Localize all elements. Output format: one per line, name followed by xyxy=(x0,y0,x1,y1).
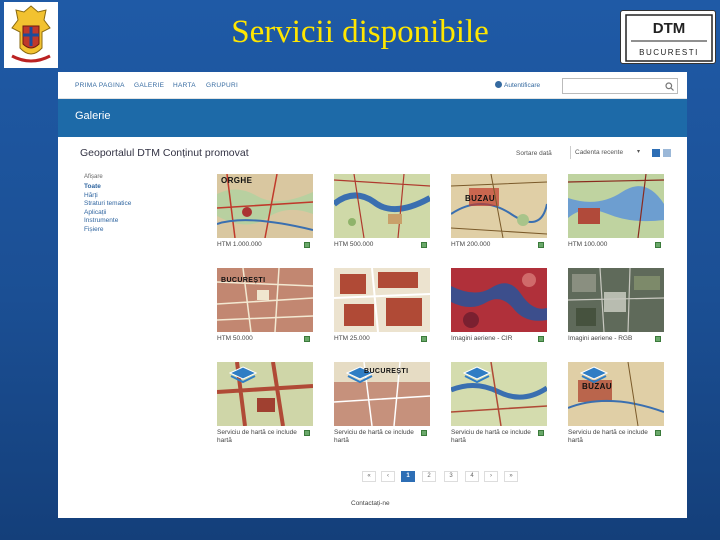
map-type-icon xyxy=(538,242,544,248)
thumbnail-caption: Imagini aeriene - CIR xyxy=(451,335,513,342)
filter-files[interactable]: Fișiere xyxy=(84,226,194,235)
nav-groups[interactable]: GRUPURI xyxy=(206,82,238,89)
filter-tools[interactable]: Instrumente xyxy=(84,217,194,226)
thumbnail-caption: HTM 200.000 xyxy=(451,241,491,248)
geoportal-screenshot: PRIMA PAGINA GALERIE HARTA GRUPURI Auten… xyxy=(58,72,687,518)
page-4-button[interactable]: 4 xyxy=(465,471,479,482)
thumbnail-caption: HTM 1.000.000 xyxy=(217,241,262,248)
page-last-button[interactable]: » xyxy=(504,471,518,482)
thumbnail-caption: Serviciu de hartă ce include hartă xyxy=(334,429,414,444)
thumbnail-caption: Serviciu de hartă ce include hartă xyxy=(568,429,648,444)
filter-layers[interactable]: Straturi tematice xyxy=(84,200,194,209)
layers-icon xyxy=(463,366,491,384)
slide-title: Servicii disponibile xyxy=(231,14,489,50)
thumbnail-map-service[interactable]: BUZAU xyxy=(568,362,664,426)
page-1-button[interactable]: 1 xyxy=(401,471,415,482)
user-icon xyxy=(495,81,502,88)
sort-dropdown[interactable]: Cadenta recente ▾ xyxy=(570,146,644,159)
thumbnail-caption: Serviciu de hartă ce include hartă xyxy=(217,429,297,444)
banner-title: Galerie xyxy=(75,110,111,122)
map-type-icon xyxy=(421,430,427,436)
thumbnail-map-service[interactable] xyxy=(217,362,313,426)
thumbnail-map-service[interactable]: BUCUREȘTI xyxy=(334,362,430,426)
thumbnail-aerial-cir[interactable] xyxy=(451,268,547,332)
filter-panel: Afișare Toate Hărți Straturi tematice Ap… xyxy=(84,174,194,234)
page-prev-button[interactable]: ‹ xyxy=(381,471,395,482)
thumbnail-caption: HTM 100.000 xyxy=(568,241,608,248)
sort-label: Sortare dată xyxy=(516,150,552,157)
thumbnail-caption: HTM 500.000 xyxy=(334,241,374,248)
nav-gallery[interactable]: GALERIE xyxy=(134,82,164,89)
thumbnail-caption: HTM 50.000 xyxy=(217,335,253,342)
list-view-icon[interactable] xyxy=(663,149,671,157)
search-input[interactable] xyxy=(562,78,678,94)
thumbnail-caption: HTM 25.000 xyxy=(334,335,370,342)
thumbnail-htm-25000[interactable] xyxy=(334,268,430,332)
thumbnail-htm-100000[interactable] xyxy=(568,174,664,238)
filter-all[interactable]: Toate xyxy=(84,183,194,192)
gallery-heading: Geoportalul DTM Conținut promovat xyxy=(80,147,249,159)
thumbnail-htm-200000[interactable]: BUZAU xyxy=(451,174,547,238)
filter-apps[interactable]: Aplicații xyxy=(84,209,194,218)
chevron-down-icon: ▾ xyxy=(636,149,640,155)
sign-in-link[interactable]: Autentificare xyxy=(495,81,540,89)
map-type-icon xyxy=(655,430,661,436)
thumbnail-caption: Serviciu de hartă ce include hartă xyxy=(451,429,531,444)
map-type-icon xyxy=(655,336,661,342)
nav-home[interactable]: PRIMA PAGINA xyxy=(75,82,125,89)
thumbnail-htm-50000[interactable]: BUCUREȘTI xyxy=(217,268,313,332)
page-2-button[interactable]: 2 xyxy=(422,471,436,482)
gallery-banner: Galerie xyxy=(58,99,687,137)
thumbnail-aerial-rgb[interactable] xyxy=(568,268,664,332)
grid-view-icon[interactable] xyxy=(652,149,660,157)
map-type-icon xyxy=(655,242,661,248)
filter-heading: Afișare xyxy=(84,174,103,180)
svg-text:BUCURESTI: BUCURESTI xyxy=(639,48,699,57)
map-type-icon xyxy=(304,242,310,248)
thumbnail-htm-500000[interactable] xyxy=(334,174,430,238)
map-type-icon xyxy=(421,336,427,342)
map-type-icon xyxy=(538,336,544,342)
thumbnail-htm-1000000[interactable]: ORGHE xyxy=(217,174,313,238)
top-navigation: PRIMA PAGINA GALERIE HARTA GRUPURI Auten… xyxy=(58,72,687,99)
page-3-button[interactable]: 3 xyxy=(444,471,458,482)
map-type-icon xyxy=(304,430,310,436)
map-type-icon xyxy=(538,430,544,436)
dtm-logo: DTM BUCURESTI xyxy=(620,10,716,64)
thumbnail-map-service[interactable] xyxy=(451,362,547,426)
svg-text:DTM: DTM xyxy=(653,20,686,37)
filter-maps[interactable]: Hărți xyxy=(84,192,194,201)
page-next-button[interactable]: › xyxy=(484,471,498,482)
page-first-button[interactable]: « xyxy=(362,471,376,482)
layers-icon xyxy=(229,366,257,384)
map-type-icon xyxy=(304,336,310,342)
search-icon xyxy=(665,82,674,91)
nav-map[interactable]: HARTA xyxy=(173,82,196,89)
contact-link[interactable]: Contactați-ne xyxy=(351,500,390,507)
coat-of-arms-emblem xyxy=(4,2,58,68)
map-type-icon xyxy=(421,242,427,248)
thumbnail-caption: Imagini aeriene - RGB xyxy=(568,335,633,342)
